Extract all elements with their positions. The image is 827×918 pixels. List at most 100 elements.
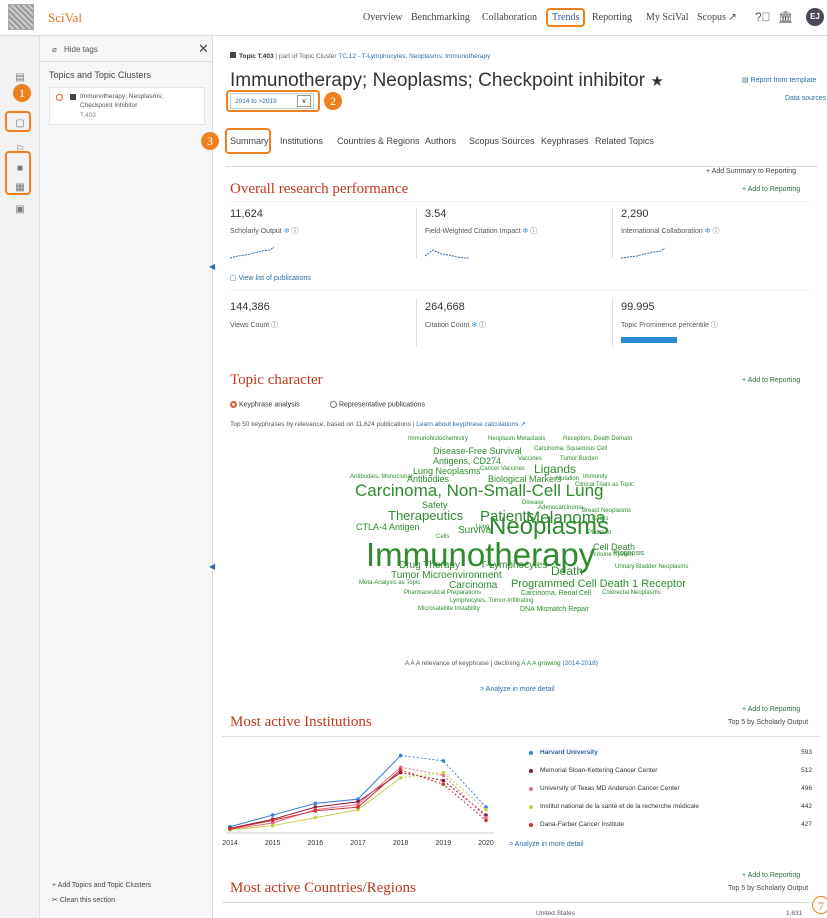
institution-name[interactable]: Memorial Sloan-Kettering Cancer Center <box>540 767 657 774</box>
tab-countries-regions[interactable]: Countries & Regions <box>337 136 420 146</box>
nav-trends[interactable]: Trends <box>546 8 586 27</box>
info-icon[interactable]: ⓘ <box>711 322 718 329</box>
series-point[interactable] <box>441 770 446 775</box>
add-countries-link[interactable]: + Add to Reporting <box>742 872 800 879</box>
keyphrase-word[interactable]: Therapeutics <box>388 508 463 523</box>
keyphrase-analysis-radio[interactable]: Keyphrase analysis <box>230 401 300 408</box>
series-point[interactable] <box>356 805 360 809</box>
series-point[interactable] <box>398 768 403 772</box>
nav-overview[interactable]: Overview <box>363 12 402 23</box>
keyphrase-word[interactable]: Meta-Analysis as Topic <box>359 580 420 586</box>
institution-name[interactable]: Dana-Farber Cancer Institute <box>540 821 624 828</box>
cluster-link[interactable]: TC.12 - T-Lymphocytes; Neoplasms; Immuno… <box>338 53 490 60</box>
series-point[interactable] <box>441 759 446 763</box>
keyphrase-rail-icon[interactable]: ▣ <box>13 204 27 216</box>
series-point[interactable] <box>270 823 275 828</box>
star-icon[interactable]: ★ <box>650 73 663 90</box>
nav-reporting[interactable]: Reporting <box>592 12 632 23</box>
keyphrase-word[interactable]: Disease-Free Survival <box>433 446 522 456</box>
info-icon[interactable]: ⓘ <box>292 228 299 235</box>
series-point[interactable] <box>398 776 403 780</box>
info-icon[interactable]: ⓘ <box>271 322 278 329</box>
analyze-institutions-link[interactable]: > Analyze in more detail <box>509 841 584 848</box>
keyphrase-word[interactable]: Cancer Vaccines <box>480 466 525 472</box>
avatar[interactable]: EJ <box>806 8 824 26</box>
keyphrase-word[interactable]: Colorectal Neoplasms <box>602 590 661 596</box>
collapse-arrow-icon[interactable]: ◀ <box>209 262 215 271</box>
add-topics-link[interactable]: + Add Topics and Topic Clusters <box>52 882 151 889</box>
report-template-link[interactable]: ▤ Report from template <box>742 76 816 84</box>
keyphrase-word[interactable]: Receptors, Death Domain <box>563 436 632 442</box>
institution-name[interactable]: Harvard University <box>540 749 598 756</box>
tab-related-topics[interactable]: Related Topics <box>595 136 654 146</box>
app-logo[interactable]: SciVal <box>48 10 82 26</box>
keyphrase-word[interactable]: Neoplasm Metastasis <box>488 436 545 442</box>
tab-authors[interactable]: Authors <box>425 136 456 146</box>
keyphrase-word[interactable]: Urinary Bladder Neoplasms <box>615 564 688 570</box>
representative-publications-radio[interactable]: Representative publications <box>330 401 425 408</box>
country-first[interactable]: United States <box>536 910 575 917</box>
keyphrase-word[interactable]: Antigens, CD274 <box>433 456 501 466</box>
series-point[interactable] <box>398 753 403 758</box>
keyphrase-word[interactable]: Lymphocytes, Tumor-Infiltrating <box>450 598 533 604</box>
keyphrase-word[interactable]: DNA Mismatch Repair <box>520 606 589 613</box>
series-point[interactable] <box>441 782 446 787</box>
info-icon[interactable]: ⓘ <box>713 228 720 235</box>
institution-name[interactable]: Institut national de la santé et de la r… <box>540 803 699 810</box>
series-point[interactable] <box>313 815 318 820</box>
keyphrase-word[interactable]: Antibodies, Monoclonal <box>350 474 412 480</box>
keyphrase-word[interactable]: Carcinoma, Renal Cell <box>521 590 591 597</box>
keyphrase-word[interactable]: Death <box>551 564 583 578</box>
institution-name[interactable]: University of Texas MD Anderson Cancer C… <box>540 785 680 792</box>
info-icon[interactable]: ⓘ <box>479 322 486 329</box>
series-point[interactable] <box>313 801 318 806</box>
institution-icon[interactable]: 🏛 <box>778 10 793 24</box>
nav-benchmarking[interactable]: Benchmarking <box>411 12 470 23</box>
keyphrase-word[interactable]: Programmed Cell Death 1 Receptor <box>511 578 686 590</box>
nav-scopus[interactable]: Scopus ↗ <box>697 12 737 23</box>
institutions-top-label: Top 5 by Scholarly Output <box>728 719 809 726</box>
data-sources-link[interactable]: Data sources <box>785 95 826 102</box>
close-icon[interactable]: ✕ <box>198 41 209 57</box>
analyze-keyphrases-link[interactable]: > Analyze in more detail <box>480 686 555 693</box>
settings-icon[interactable]: ✻ <box>284 228 290 235</box>
tab-scopus-sources[interactable]: Scopus Sources <box>469 136 535 146</box>
topic-list-item[interactable]: Immunotherapy; Neoplasms; Checkpoint Inh… <box>49 87 205 125</box>
metric-label: Citation Count ✻ ⓘ <box>425 320 486 330</box>
view-publications-link[interactable]: ▢ View list of publications <box>230 274 311 282</box>
radio-selected-icon[interactable] <box>56 94 63 101</box>
keyphrase-word[interactable]: Microsatellite Instability <box>418 606 480 612</box>
learn-keyphrase-link[interactable]: | Learn about keyphrase calculations ↗ <box>413 421 526 428</box>
info-icon[interactable]: ⓘ <box>530 228 537 235</box>
series-point[interactable] <box>228 827 232 831</box>
keyphrase-word[interactable]: Immunity <box>583 474 607 480</box>
series-point[interactable] <box>441 778 446 783</box>
add-overall-link[interactable]: + Add to Reporting <box>742 186 800 193</box>
add-institutions-link[interactable]: + Add to Reporting <box>742 706 800 713</box>
add-character-link[interactable]: + Add to Reporting <box>742 377 800 384</box>
hide-tags-button[interactable]: Hide tags <box>64 45 98 54</box>
collapse-arrow-icon-2[interactable]: ◀ <box>209 562 215 571</box>
keyphrase-word[interactable]: Pharmaceutical Preparations <box>404 590 481 596</box>
settings-icon[interactable]: ✻ <box>523 228 529 235</box>
nav-collaboration[interactable]: Collaboration <box>482 12 537 23</box>
keyphrase-word[interactable]: CTLA-4 Antigen <box>356 522 420 532</box>
settings-icon[interactable]: ✻ <box>471 322 477 329</box>
keyphrase-word[interactable]: Immunohistochemistry <box>408 436 468 442</box>
keyphrase-word[interactable]: Carcinoma, Non-Small-Cell Lung <box>355 481 603 501</box>
series-point[interactable] <box>313 809 318 813</box>
clean-section-link[interactable]: ✂ Clean this section <box>52 896 115 904</box>
keyphrase-word[interactable]: Immune System <box>590 552 633 558</box>
help-icon[interactable]: ?⃝ <box>755 10 771 24</box>
nav-my-scival[interactable]: My SciVal <box>646 12 689 23</box>
add-summary-link[interactable]: + Add Summary to Reporting <box>706 168 796 175</box>
tab-institutions[interactable]: Institutions <box>280 136 323 146</box>
tab-keyphrases[interactable]: Keyphrases <box>541 136 589 146</box>
series-point[interactable] <box>270 813 275 817</box>
series-point[interactable] <box>484 807 488 812</box>
series-point[interactable] <box>270 818 275 823</box>
institution-rail-icon[interactable]: ▤ <box>13 72 27 84</box>
series-point[interactable] <box>484 818 488 823</box>
keyphrase-word[interactable]: Carcinoma, Squamous Cell <box>534 446 607 452</box>
settings-icon[interactable]: ✻ <box>705 228 711 235</box>
